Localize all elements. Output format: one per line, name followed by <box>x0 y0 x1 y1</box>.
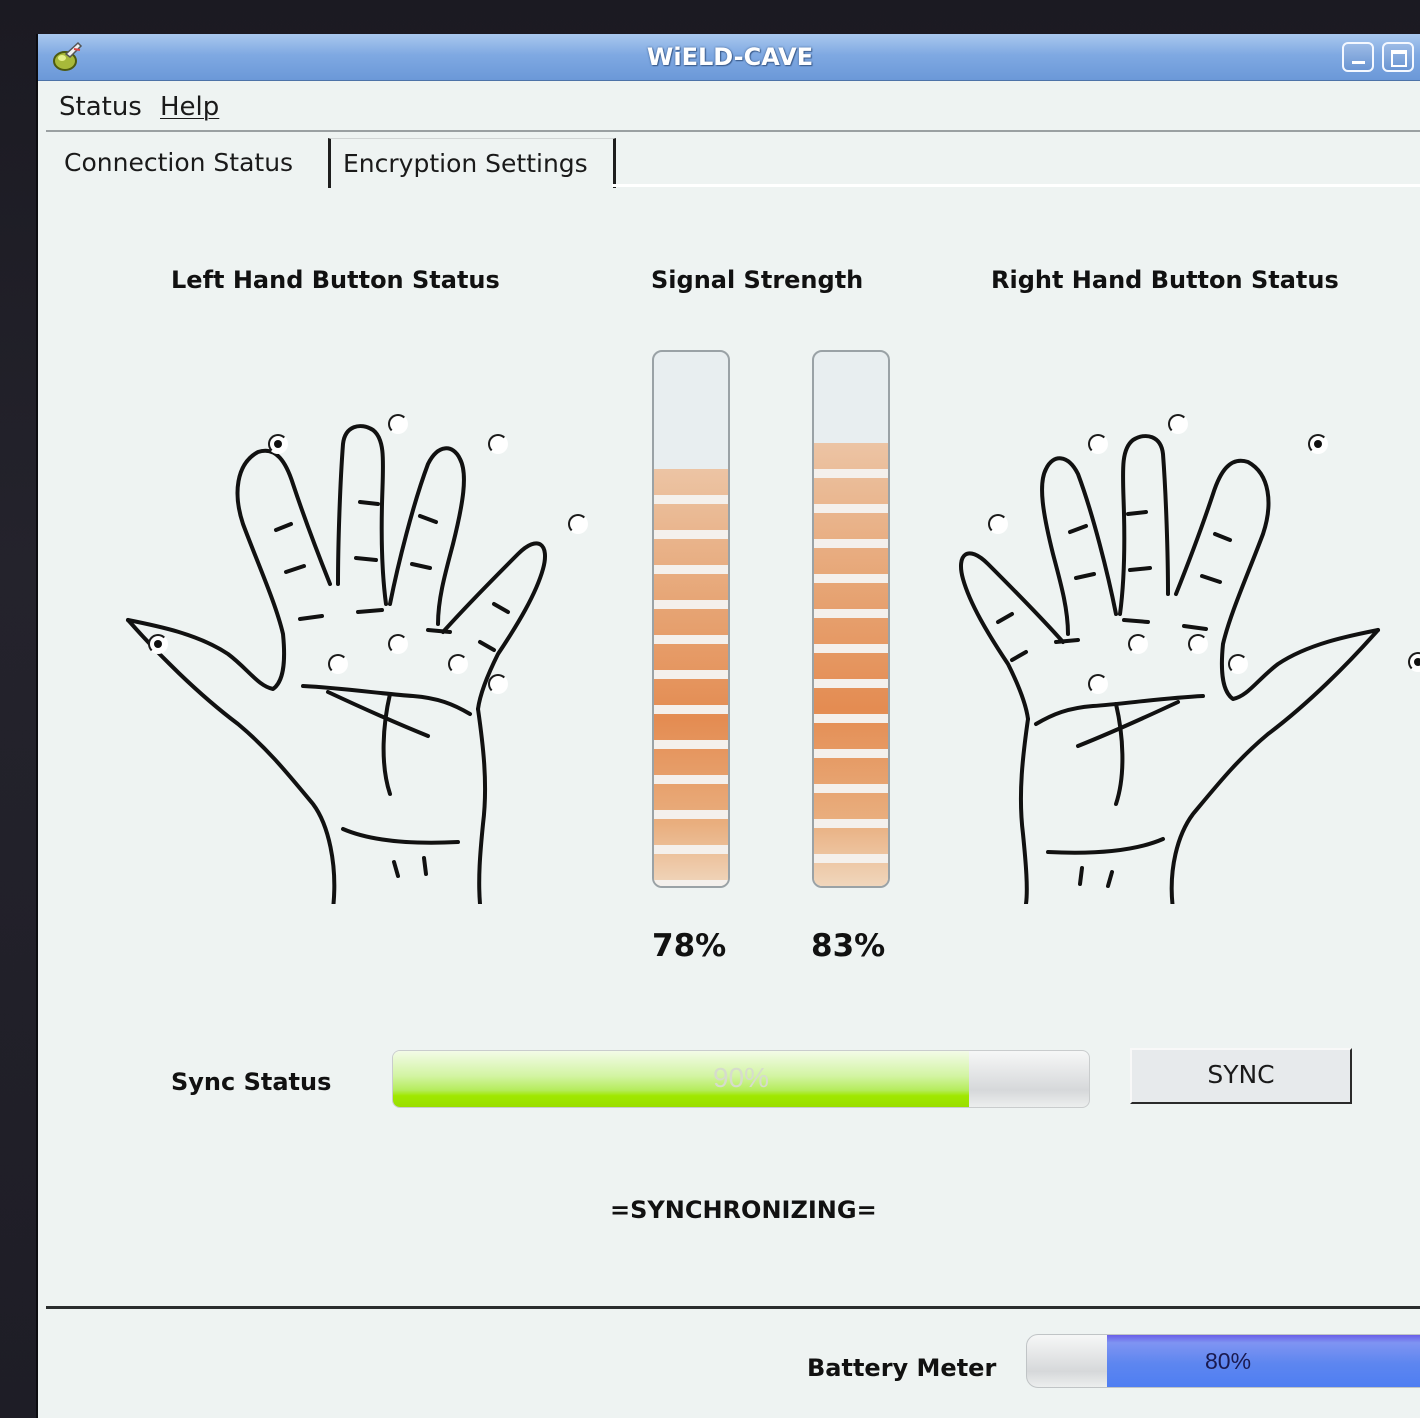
window-title: WiELD-CAVE <box>646 43 814 71</box>
signal-meter-1-fill <box>654 469 728 886</box>
menu-help[interactable]: Help <box>160 92 219 122</box>
signal-meter-2-value: 83% <box>811 928 886 964</box>
sync-message: =SYNCHRONIZING= <box>610 1196 877 1224</box>
title-bar[interactable]: WiELD-CAVE <box>38 34 1420 81</box>
signal-meter-2 <box>812 350 890 888</box>
right-hand-title: Right Hand Button Status <box>991 266 1339 294</box>
battery-progress-fill <box>1106 1335 1420 1387</box>
minimize-icon[interactable] <box>1342 42 1374 72</box>
right-hand-button-ring-base <box>1128 634 1148 654</box>
right-hand-button-index-base <box>1228 654 1248 674</box>
right-hand-button-thumb-tip <box>1408 652 1420 672</box>
left-hand-button-pinky-base <box>488 674 508 694</box>
right-hand-button-ring-tip <box>1088 434 1108 454</box>
left-hand-button-middle-tip <box>388 414 408 434</box>
sync-progress-bar: 90% <box>392 1050 1090 1108</box>
right-hand-drawing <box>959 434 1380 911</box>
battery-progress-bar: 80% <box>1026 1334 1420 1388</box>
tab-divider <box>612 184 1420 187</box>
right-hand-button-middle-base <box>1188 634 1208 654</box>
signal-meter-2-fill <box>814 442 888 886</box>
tab-encryption-settings[interactable]: Encryption Settings <box>328 138 616 188</box>
left-hand-button-index-base <box>328 654 348 674</box>
left-hand-button-ring-base <box>448 654 468 674</box>
left-hand-button-ring-tip <box>488 434 508 454</box>
sync-button[interactable]: SYNC <box>1130 1048 1352 1104</box>
footer-divider <box>46 1306 1420 1309</box>
menu-status[interactable]: Status <box>59 92 142 122</box>
left-hand-title: Left Hand Button Status <box>171 266 500 294</box>
left-hand <box>98 364 588 911</box>
left-hand-button-thumb-tip <box>148 634 168 654</box>
sync-progress-text: 90% <box>712 1062 770 1093</box>
battery-progress-text: 80% <box>1205 1348 1252 1374</box>
tab-connection-status[interactable]: Connection Status <box>46 134 328 188</box>
left-hand-button-middle-base <box>388 634 408 654</box>
right-hand <box>938 364 1420 911</box>
signal-meter-1 <box>652 350 730 888</box>
tab-connection-status-label: Connection Status <box>64 148 294 177</box>
menu-bar: Status Help <box>46 82 1420 132</box>
right-hand-button-pinky-base <box>1088 674 1108 694</box>
right-hand-button-middle-tip <box>1168 414 1188 434</box>
signal-strength-title: Signal Strength <box>651 266 864 294</box>
right-hand-button-index-tip <box>1308 434 1328 454</box>
maximize-icon[interactable] <box>1382 42 1414 72</box>
tab-bar: Connection Status Encryption Settings <box>46 134 1420 188</box>
battery-meter-label: Battery Meter <box>807 1354 997 1382</box>
main-window: WiELD-CAVE Status Help Connection Status… <box>36 34 1420 1418</box>
left-hand-button-pinky-tip <box>568 514 588 534</box>
left-hand-button-index-tip <box>268 434 288 454</box>
sync-status-label: Sync Status <box>171 1068 332 1096</box>
right-hand-button-pinky-tip <box>988 514 1008 534</box>
tab-encryption-settings-label: Encryption Settings <box>343 149 588 178</box>
signal-meter-1-value: 78% <box>652 928 727 964</box>
